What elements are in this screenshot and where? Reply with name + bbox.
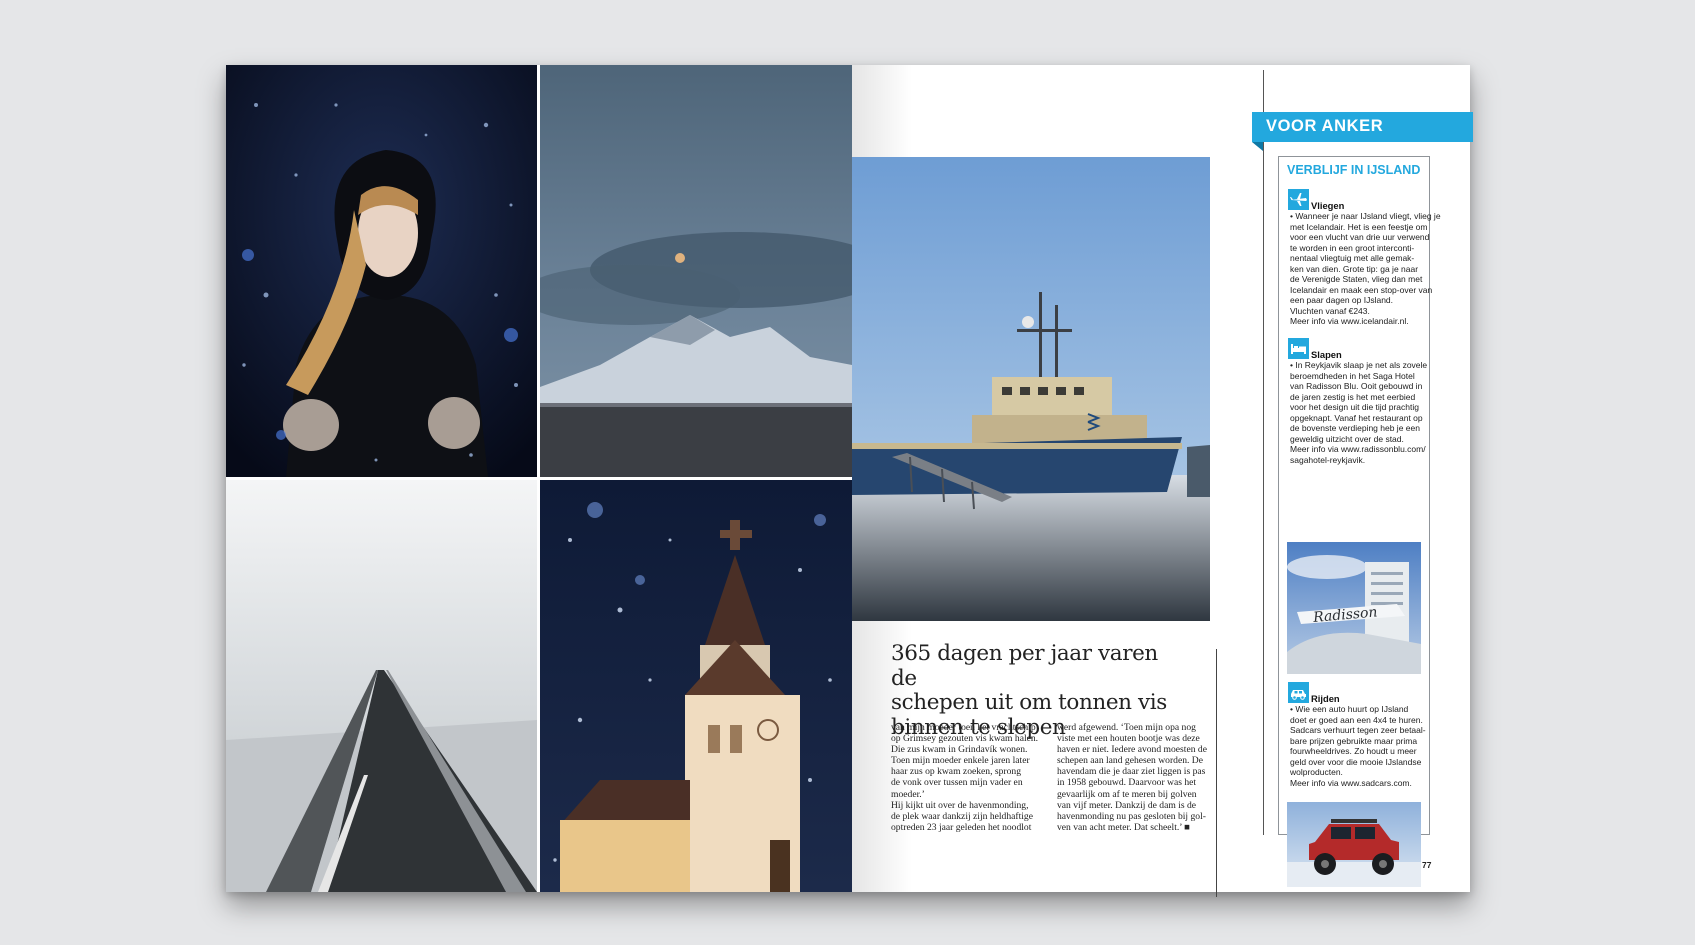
text-line: Vluchten vanaf €243. <box>1290 305 1370 316</box>
photo-church-night <box>540 480 852 892</box>
magazine-spread: 365 dagen per jaar varen de schepen uit … <box>226 65 1473 897</box>
section-text-rijden: • Wie een auto huurt op IJsland doet er … <box>1290 704 1426 788</box>
text-line: Icelandair en maak een stop-over van <box>1290 284 1433 295</box>
text-line: Meer info via www.sadcars.com. <box>1290 777 1412 788</box>
body-line: Die zus kwam in Grindavík wonen. <box>891 744 1028 756</box>
headline-line: 365 dagen per jaar varen de <box>891 641 1158 691</box>
section-heading-rijden: Rijden <box>1311 693 1340 704</box>
body-line: ven van acht meter. Dat scheelt.’ ■ <box>1057 821 1190 833</box>
info-box-title: VERBLIJF IN IJSLAND <box>1287 163 1421 177</box>
text-line: fourwheeldrives. Zo houdt u meer <box>1290 746 1417 756</box>
body-line: de plek waar dankzij zijn heldhaftige <box>891 810 1033 822</box>
text-line: ken van dien. Grote tip: ga je naar <box>1290 263 1419 274</box>
body-line: Toen mijn moeder enkele jaren later <box>891 755 1030 767</box>
body-line: Hij kijkt uit over de havenmonding, <box>891 799 1029 811</box>
sidebar-divider <box>1263 70 1264 835</box>
column-divider <box>1216 649 1217 897</box>
body-line: werd afgewend. ‘Toen mijn opa nog <box>1057 722 1196 733</box>
text-line: de bovenste verdieping heb je een <box>1290 423 1420 433</box>
page-number: 77 <box>1422 860 1432 870</box>
body-line: havenmonding nu pas gesloten bij gol- <box>1057 810 1206 822</box>
article-body-column-1: van mijn moeder toen het vrachtschip op … <box>891 722 1041 833</box>
body-line: schepen aan land gehesen worden. De <box>1057 755 1203 767</box>
body-line: haar zus op kwam zoeken, sprong <box>891 766 1022 778</box>
photo-foggy-road <box>226 480 537 892</box>
text-line: • In Reykjavik slaap je net als zovele <box>1290 360 1428 370</box>
text-line: met Icelandair. Het is een feestje om <box>1290 221 1428 232</box>
section-tab-label: VOOR ANKER <box>1266 117 1384 135</box>
photo-4x4-vehicle <box>1287 802 1421 887</box>
body-line: van mijn moeder toen het vrachtschip <box>891 722 1036 733</box>
section-heading-slapen: Slapen <box>1311 349 1342 360</box>
body-line: havendam die je daar ziet liggen is pas <box>1057 766 1206 778</box>
text-line: bare prijzen gebruikte maar prima <box>1290 735 1418 746</box>
section-tab-fold <box>1252 142 1263 151</box>
text-line: • Wie een auto huurt op IJsland <box>1290 704 1409 714</box>
section-heading-vliegen: Vliegen <box>1311 200 1345 211</box>
body-line: van vijf meter. Dankzij de dam is de <box>1057 799 1197 811</box>
text-line: doet er goed aan een 4x4 te huren. <box>1290 714 1423 725</box>
text-line: te worden in een groot interconti- <box>1290 242 1415 253</box>
text-line: Sadcars verhuurt tegen zeer betaal- <box>1290 725 1426 735</box>
text-line: Meer info via www.icelandair.nl. <box>1290 316 1409 326</box>
bed-icon <box>1288 338 1309 359</box>
photo-snowy-mountain <box>540 65 852 477</box>
text-line: • Wanneer je naar IJsland vliegt, vlieg … <box>1290 211 1441 221</box>
section-text-slapen: • In Reykjavik slaap je net als zovele b… <box>1290 360 1428 465</box>
text-line: de jaren zestig is het met eerbied <box>1290 391 1416 402</box>
text-line: wolproducten. <box>1290 767 1343 777</box>
text-line: opgeknapt. Vanaf het restaurant op <box>1290 412 1423 423</box>
text-line: geld over voor die mooie IJslandse <box>1290 756 1422 767</box>
text-line: Meer info via www.radissonblu.com/ <box>1290 444 1426 454</box>
body-line: haven er niet. Iedere avond moesten de <box>1057 744 1207 756</box>
text-line: beroemdheden in het Saga Hotel <box>1290 370 1415 381</box>
photo-woman-in-snow <box>226 65 537 477</box>
car-icon <box>1288 682 1309 703</box>
text-line: de Verenigde Staten, vlieg dan met <box>1290 274 1423 284</box>
body-line: in 1958 gebouwd. Daarvoor was het <box>1057 777 1197 789</box>
text-line: voor het design uit die tijd prachtig <box>1290 402 1419 412</box>
airplane-icon <box>1288 189 1309 210</box>
headline-line: schepen uit om tonnen vis <box>891 690 1167 715</box>
text-line: van Radisson Blu. Ooit gebouwd in <box>1290 381 1423 391</box>
body-line: op Grimsey gezouten vis kwam halen. <box>891 733 1039 745</box>
article-body-column-2: werd afgewend. ‘Toen mijn opa nog viste … <box>1057 722 1207 833</box>
photo-fishing-ship <box>852 157 1210 621</box>
text-line: een paar dagen op IJsland. <box>1290 295 1394 305</box>
body-line: moeder.’ <box>891 788 925 800</box>
section-tab: VOOR ANKER <box>1252 112 1473 142</box>
text-line: geweldig uitzicht over de stad. <box>1290 433 1404 444</box>
body-line: optreden 23 jaar geleden het noodlot <box>891 821 1032 833</box>
text-line: sagahotel-reykjavik. <box>1290 454 1366 465</box>
body-line: de vonk over tussen mijn vader en <box>891 777 1023 789</box>
section-text-vliegen: • Wanneer je naar IJsland vliegt, vlieg … <box>1290 211 1441 327</box>
photo-hotel: Radisson <box>1287 542 1421 674</box>
text-line: voor een vlucht van drie uur verwend <box>1290 232 1430 242</box>
body-line: gevaarlijk om af te meren bij golven <box>1057 788 1197 800</box>
text-line: nentaal vliegtuig met alle gemak- <box>1290 253 1415 263</box>
body-line: viste met een houten bootje was deze <box>1057 733 1200 745</box>
